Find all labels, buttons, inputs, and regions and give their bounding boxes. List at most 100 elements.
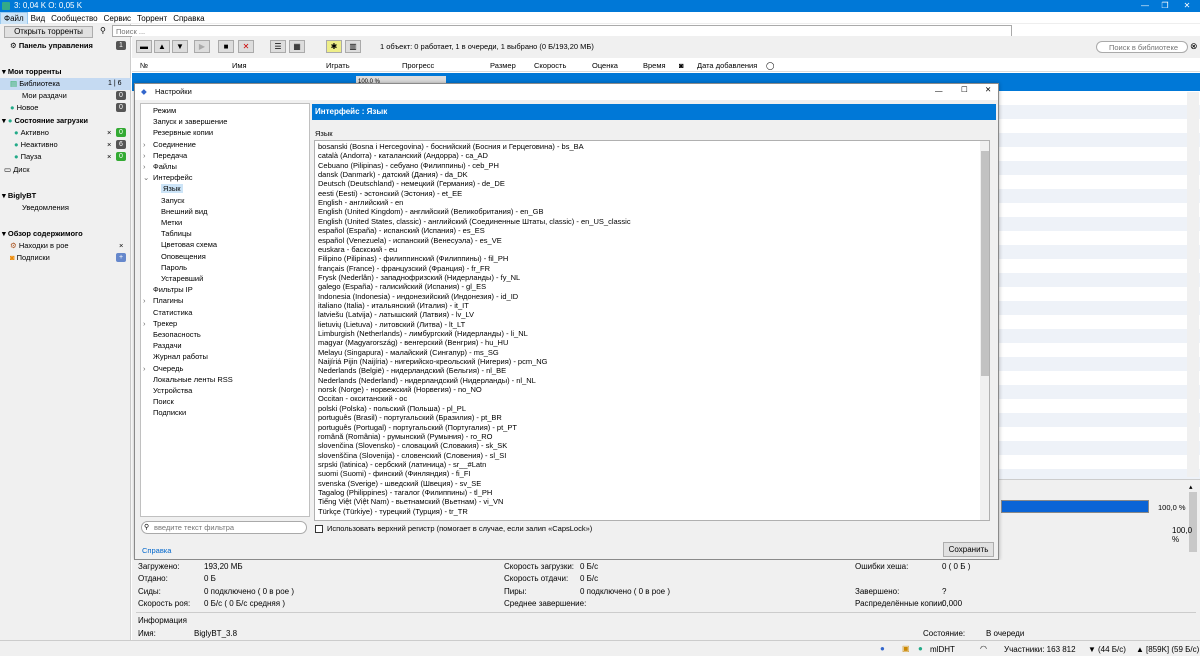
expand-icon[interactable]: › xyxy=(143,364,153,373)
lock-icon[interactable]: ▣ xyxy=(902,644,910,653)
list-view-icon[interactable]: ☰ xyxy=(270,40,286,53)
language-item[interactable]: Occitan - окситанский - oc xyxy=(318,394,407,403)
expand-icon[interactable]: › xyxy=(143,296,153,305)
language-item[interactable]: Deutsch (Deutschland) - немецкий (Герман… xyxy=(318,179,505,188)
column-time[interactable]: Время xyxy=(643,61,666,70)
expand-icon[interactable]: ⌄ xyxy=(143,173,153,182)
tree-item[interactable]: Таблицы xyxy=(161,229,192,238)
wifi-icon[interactable]: ◠ xyxy=(980,644,987,653)
save-button[interactable]: Сохранить xyxy=(943,542,994,557)
tree-item[interactable]: Язык xyxy=(161,184,183,194)
sidebar-item-inactive[interactable]: ● Неактивно × 6 xyxy=(0,139,131,151)
tree-item[interactable]: Оповещения xyxy=(161,252,206,261)
language-item[interactable]: Frysk (Nederlân) - западнофризский (Ниде… xyxy=(318,273,520,282)
remove-icon[interactable]: × xyxy=(107,151,111,163)
language-scrollbar[interactable] xyxy=(980,141,989,520)
sidebar-item-new[interactable]: ● Новое 0 xyxy=(0,102,131,114)
add-subscription-icon[interactable]: + xyxy=(116,253,126,262)
download-rate[interactable]: (44 Б/с) xyxy=(1098,645,1126,654)
menu-help[interactable]: Справка xyxy=(170,13,207,24)
tree-item[interactable]: Запуск и завершение xyxy=(143,117,227,126)
rss-column-icon[interactable]: ◙ xyxy=(679,61,684,70)
language-item[interactable]: English - английский - en xyxy=(318,198,403,207)
language-item[interactable]: português (Brasil) - португальский (Браз… xyxy=(318,413,502,422)
column-size[interactable]: Размер xyxy=(490,61,516,70)
language-item[interactable]: svenska (Sverige) - шведский (Швеция) - … xyxy=(318,479,481,488)
tree-item[interactable]: Пароль xyxy=(161,263,187,272)
language-list[interactable]: bosanski (Bosna i Hercegovina) - боснийс… xyxy=(314,140,990,521)
sidebar-header-biglybt[interactable]: ▾ BiglyBT xyxy=(0,190,131,202)
language-item[interactable]: Nederlands (België) - нидерландский (Бел… xyxy=(318,366,506,375)
language-item[interactable]: norsk (Norge) - норвежский (Норвегия) - … xyxy=(318,385,482,394)
scroll-up-icon[interactable]: ▴ xyxy=(1189,483,1193,491)
tree-item[interactable]: Статистика xyxy=(143,308,192,317)
tree-item[interactable]: › Файлы xyxy=(143,162,177,171)
language-item[interactable]: English (United Kingdom) - английский (В… xyxy=(318,207,543,216)
tree-item[interactable]: Подписки xyxy=(143,408,186,417)
column-name[interactable]: Имя xyxy=(232,61,247,70)
column-date-added[interactable]: Дата добавления xyxy=(697,61,757,70)
tree-item[interactable]: Устройства xyxy=(143,386,192,395)
sidebar-item-paused[interactable]: ● Пауза × 0 xyxy=(0,151,131,163)
tree-item[interactable]: Метки xyxy=(161,218,182,227)
language-item[interactable]: polski (Polska) - польский (Польша) - pl… xyxy=(318,404,466,413)
scroll-thumb[interactable] xyxy=(981,151,989,376)
language-item[interactable]: galego (España) - галисийский (Испания) … xyxy=(318,282,486,291)
tree-item[interactable]: Цветовая схема xyxy=(161,240,217,249)
language-item[interactable]: Cebuano (Pilipinas) - себуано (Филиппины… xyxy=(318,161,499,170)
language-item[interactable]: italiano (Italia) - итальянский (Италия)… xyxy=(318,301,469,310)
expand-icon[interactable]: › xyxy=(143,319,153,328)
tree-item[interactable]: Журнал работы xyxy=(143,352,208,361)
maximize-icon[interactable]: ❐ xyxy=(1158,0,1172,12)
menu-community[interactable]: Сообщество xyxy=(48,13,100,24)
language-item[interactable]: lietuvių (Lietuva) - литовский (Литва) -… xyxy=(318,320,465,329)
language-item[interactable]: Tagalog (Philippines) - тагалог (Филиппи… xyxy=(318,488,492,497)
columns-icon[interactable]: ▥ xyxy=(345,40,361,53)
language-item[interactable]: eesti (Eesti) - эстонский (Эстония) - et… xyxy=(318,189,462,198)
move-up-icon[interactable]: ▲ xyxy=(154,40,170,53)
tree-item[interactable]: › Передача xyxy=(143,151,187,160)
help-link[interactable]: Справка xyxy=(142,546,171,555)
language-item[interactable]: English (United States, classic) - англи… xyxy=(318,217,631,226)
library-search-input[interactable] xyxy=(1096,41,1188,53)
comment-column-icon[interactable]: ◯ xyxy=(766,61,774,70)
tree-item[interactable]: Устаревший xyxy=(161,274,203,283)
language-item[interactable]: euskara - баскский - eu xyxy=(318,245,397,254)
language-item[interactable]: Limburgish (Netherlands) - лимбургский (… xyxy=(318,329,528,338)
language-item[interactable]: Melayu (Singapura) - малайский (Сингапур… xyxy=(318,348,499,357)
language-item[interactable]: català (Andorra) - каталанский (Андорра)… xyxy=(318,151,488,160)
maximize-icon[interactable]: ☐ xyxy=(961,85,968,94)
tree-item[interactable]: ⌄ Интерфейс xyxy=(143,173,193,182)
tag-icon[interactable]: ✱ xyxy=(326,40,342,53)
sidebar-header-my-torrents[interactable]: ▾ Мои торренты xyxy=(0,66,131,78)
language-item[interactable]: suomi (Suomi) - финский (Финляндия) - fi… xyxy=(318,469,471,478)
remove-icon[interactable]: × xyxy=(107,127,111,139)
tree-item[interactable]: › Очередь xyxy=(143,364,183,373)
minimize-icon[interactable]: — xyxy=(935,86,943,95)
sidebar-header-content-overview[interactable]: ▾ Обзор содержимого xyxy=(0,228,131,240)
language-item[interactable]: slovenščina (Slovenija) - словенский (Сл… xyxy=(318,451,506,460)
tree-item[interactable]: › Трекер xyxy=(143,319,177,328)
uppercase-checkbox[interactable] xyxy=(315,525,323,533)
column-speed[interactable]: Скорость xyxy=(534,61,566,70)
close-icon[interactable]: ✕ xyxy=(985,85,991,94)
tree-item[interactable]: Поиск xyxy=(143,397,174,406)
expand-icon[interactable]: › xyxy=(143,151,153,160)
network-icon[interactable]: ● xyxy=(880,644,885,653)
language-item[interactable]: français (France) - французский (Франция… xyxy=(318,264,490,273)
sidebar-item-my-seeds[interactable]: Мои раздачи 0 xyxy=(0,90,131,102)
tree-item[interactable]: Запуск xyxy=(161,196,184,205)
menu-torrent[interactable]: Торрент xyxy=(134,13,170,24)
upload-rate[interactable]: [859K] (59 Б/с) xyxy=(1146,645,1199,654)
queue-icon[interactable]: ▬ xyxy=(136,40,152,53)
tree-item[interactable]: › Плагины xyxy=(143,296,183,305)
tree-item[interactable]: Фильтры IP xyxy=(143,285,193,294)
language-item[interactable]: latviešu (Latvija) - латышский (Латвия) … xyxy=(318,310,474,319)
language-item[interactable]: español (Venezuela) - испанский (Венесуэ… xyxy=(318,236,502,245)
language-item[interactable]: Tiếng Việt (Việt Nam) - вьетнамский (Вье… xyxy=(318,497,503,506)
language-item[interactable]: dansk (Danmark) - датский (Дания) - da_D… xyxy=(318,170,468,179)
sidebar-item-control-panel[interactable]: ⚙ Панель управления 1 xyxy=(0,40,131,52)
language-item[interactable]: Nederlands (Nederland) - нидерландский (… xyxy=(318,376,536,385)
sidebar-header-download-state[interactable]: ▾ ● Состояние загрузки xyxy=(0,115,131,127)
language-item[interactable]: Naijíriá Pijin (Naijíria) - нигерийско-к… xyxy=(318,357,548,366)
